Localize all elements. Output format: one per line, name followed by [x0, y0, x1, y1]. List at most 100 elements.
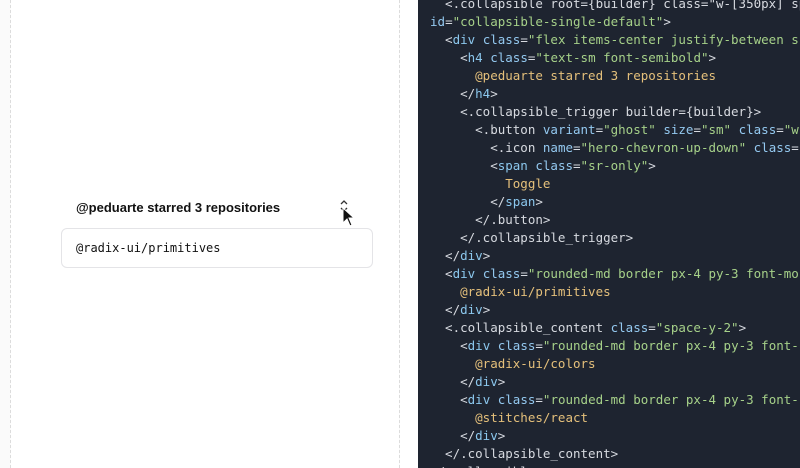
code-token: "flex items-center justify-between s — [527, 32, 799, 47]
code-line: </.button> — [430, 211, 550, 229]
visible-repo-item: @radix-ui/primitives — [61, 228, 373, 268]
code-token: = — [535, 392, 543, 407]
code-line: @stitches/react — [430, 409, 588, 427]
code-token: "collapsible-single-default" — [452, 14, 664, 29]
code-token: "ghost" — [603, 122, 656, 137]
code-token: h4 — [475, 86, 491, 101]
code-token: <.collapsible_content — [430, 320, 611, 335]
code-line: </h4> — [430, 85, 498, 103]
code-token: @radix-ui/primitives — [430, 284, 611, 299]
code-token: > — [497, 374, 506, 389]
code-line: @peduarte starred 3 repositories — [430, 67, 716, 85]
code-token: "w — [783, 122, 799, 137]
code-token: = — [776, 122, 784, 137]
code-token: class — [738, 122, 777, 137]
collapsible-header: @peduarte starred 3 repositories Toggle — [62, 194, 374, 220]
code-token: </ — [430, 374, 476, 389]
code-token: = — [791, 140, 799, 155]
code-token: div — [452, 266, 476, 281]
code-token: @stitches/react — [430, 410, 589, 425]
code-token: size — [663, 122, 694, 137]
code-line: <div class="rounded-md border px-4 py-3 … — [430, 265, 799, 283]
code-line: Toggle — [430, 175, 550, 193]
code-line: </.collapsible> — [430, 463, 543, 468]
code-token: < — [430, 158, 498, 173]
code-token: "space-y-2" — [655, 320, 739, 335]
code-token: class — [490, 50, 528, 65]
code-token: < — [430, 266, 453, 281]
code-token: </.collapsible_content> — [430, 446, 619, 461]
preview-pane: @peduarte starred 3 repositories Toggle … — [0, 0, 400, 468]
code-token: < — [430, 338, 468, 353]
code-token: class — [497, 392, 536, 407]
code-token: class — [535, 158, 574, 173]
code-token: "sr-only" — [580, 158, 649, 173]
code-token: > — [708, 50, 717, 65]
code-token: < — [430, 32, 453, 47]
code-token: id — [430, 14, 446, 29]
collapsible-heading: @peduarte starred 3 repositories — [76, 199, 281, 215]
code-token: span — [497, 158, 528, 173]
code-token: > — [663, 14, 671, 29]
code-line: <.icon name="hero-chevron-up-down" class… — [430, 139, 799, 157]
code-line: </div> — [430, 373, 505, 391]
code-token: > — [490, 86, 498, 101]
code-token: class — [753, 140, 792, 155]
code-line: <div class="rounded-md border px-4 py-3 … — [430, 391, 799, 409]
code-token: Toggle — [430, 176, 551, 191]
code-editor-pane: <.collapsible root={builder} class="w-[3… — [418, 0, 800, 468]
code-line: id="collapsible-single-default"> — [430, 13, 671, 31]
code-token: = — [693, 122, 701, 137]
code-token: </.collapsible> — [430, 464, 543, 468]
code-token: < — [430, 50, 468, 65]
code-line: <div class="flex items-center justify-be… — [430, 31, 799, 49]
code-token: div — [475, 428, 498, 443]
code-token: > — [482, 248, 491, 263]
code-line: <.collapsible_trigger builder={builder}> — [430, 103, 761, 121]
code-line: <.button variant="ghost" size="sm" class… — [430, 121, 799, 139]
code-line: </.collapsible_trigger> — [430, 229, 633, 247]
code-token: </ — [430, 248, 461, 263]
code-token: </ — [430, 194, 506, 209]
code-token: div — [460, 248, 483, 263]
code-token: = — [520, 32, 528, 47]
code-line: </.collapsible_content> — [430, 445, 618, 463]
code-token: div — [467, 392, 491, 407]
code-token: </.collapsible_trigger> — [430, 230, 634, 245]
code-line: </div> — [430, 247, 490, 265]
code-token: = — [573, 158, 581, 173]
code-token: div — [467, 338, 491, 353]
code-token: = — [445, 14, 453, 29]
code-token: > — [648, 158, 656, 173]
code-token: "rounded-md border px-4 py-3 font- — [542, 338, 799, 353]
code-token: "text-sm font-semibold" — [535, 50, 709, 65]
code-token: <.collapsible root={builder} class="w-[3… — [430, 0, 800, 11]
code-token: = — [648, 320, 656, 335]
code-token: > — [738, 320, 747, 335]
code-token: @radix-ui/colors — [430, 356, 596, 371]
code-line: @radix-ui/colors — [430, 355, 596, 373]
code-token: div — [475, 374, 498, 389]
code-token: @peduarte starred 3 repositories — [430, 68, 716, 83]
code-token: "sm" — [700, 122, 732, 137]
code-token: > — [497, 428, 506, 443]
guide-line-right — [399, 0, 400, 468]
code-token: = — [535, 338, 543, 353]
code-token: div — [452, 32, 476, 47]
code-token: = — [573, 140, 581, 155]
code-token: </ — [430, 428, 476, 443]
code-token: class — [482, 32, 521, 47]
code-token: </.button> — [430, 212, 551, 227]
code-token: = — [520, 266, 528, 281]
code-token: > — [482, 302, 491, 317]
code-token: > — [535, 194, 543, 209]
code-line: </div> — [430, 427, 505, 445]
code-token: = — [595, 122, 604, 137]
code-token: <.icon — [430, 140, 543, 155]
code-token: </ — [430, 86, 476, 101]
